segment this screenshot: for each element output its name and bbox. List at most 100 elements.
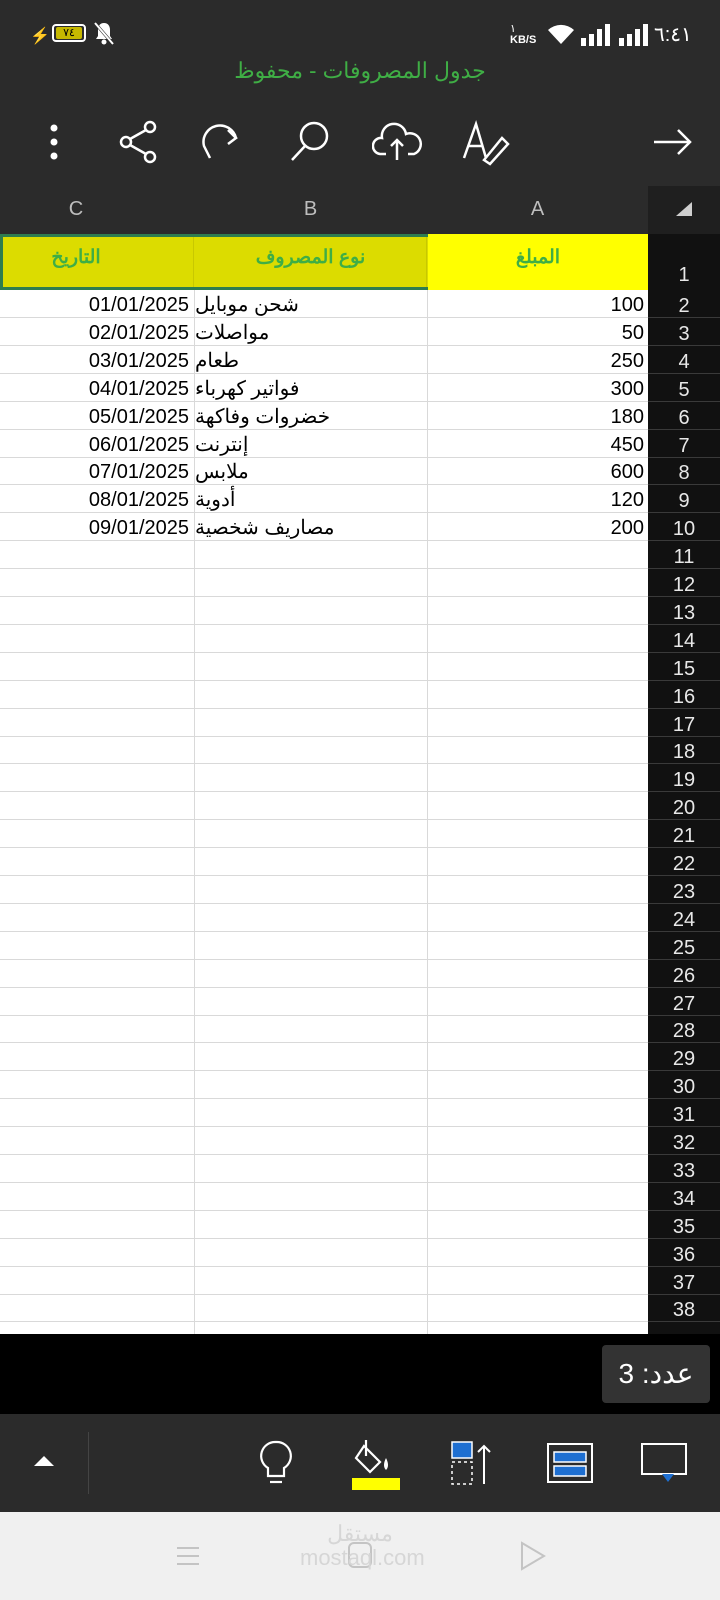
row-number[interactable]: 11: [648, 541, 720, 570]
cell-c[interactable]: 02/01/2025: [0, 318, 194, 346]
empty-row[interactable]: [0, 625, 648, 653]
cell-b[interactable]: إنترنت: [194, 429, 427, 458]
table-row[interactable]: 02/01/2025 مواصلات 50: [0, 317, 648, 346]
table-row[interactable]: 07/01/2025 ملابس 600: [0, 457, 648, 486]
empty-row[interactable]: [0, 764, 648, 793]
more-options-icon[interactable]: [30, 118, 82, 166]
empty-row[interactable]: [0, 1294, 648, 1323]
row-number[interactable]: 30: [648, 1071, 720, 1100]
row-number[interactable]: 4: [648, 346, 720, 374]
cell-b[interactable]: ملابس: [194, 457, 427, 486]
empty-row[interactable]: [0, 1071, 648, 1100]
row-number[interactable]: 38: [648, 1294, 720, 1323]
row-number[interactable]: 10: [648, 513, 720, 542]
row-number[interactable]: 37: [648, 1267, 720, 1295]
insert-cells-icon[interactable]: [450, 1440, 496, 1488]
cell-b[interactable]: مواصلات: [194, 317, 427, 346]
cell-c[interactable]: 09/01/2025: [0, 513, 194, 541]
empty-row[interactable]: [0, 736, 648, 765]
row-number[interactable]: 29: [648, 1043, 720, 1072]
cloud-upload-icon[interactable]: [371, 118, 424, 166]
cell-a[interactable]: 180: [427, 401, 648, 430]
cell-a[interactable]: 250: [427, 345, 648, 374]
cell-c[interactable]: 07/01/2025: [0, 457, 194, 485]
row-number[interactable]: 6: [648, 402, 720, 430]
row-number[interactable]: 24: [648, 904, 720, 932]
empty-row[interactable]: [0, 988, 648, 1016]
row-number[interactable]: 34: [648, 1183, 720, 1211]
table-row[interactable]: 08/01/2025 أدوية 120: [0, 485, 648, 514]
empty-row[interactable]: [0, 820, 648, 849]
cell-a[interactable]: 600: [427, 457, 648, 486]
empty-row[interactable]: [0, 848, 648, 876]
empty-row[interactable]: [0, 904, 648, 932]
row-number[interactable]: 25: [648, 932, 720, 960]
row-number[interactable]: 5: [648, 374, 720, 402]
header-cell-b[interactable]: نوع المصروف: [194, 246, 427, 269]
cell-c[interactable]: 04/01/2025: [0, 374, 194, 402]
back-icon[interactable]: [518, 1540, 548, 1572]
row-number[interactable]: 8: [648, 457, 720, 486]
table-row[interactable]: 01/01/2025 شحن موبايل 100: [0, 290, 648, 318]
empty-row[interactable]: [0, 1127, 648, 1155]
cell-c[interactable]: 06/01/2025: [0, 430, 194, 458]
row-number[interactable]: 7: [648, 430, 720, 458]
cell-a[interactable]: 200: [427, 513, 648, 542]
cell-c[interactable]: 01/01/2025: [0, 290, 194, 318]
empty-row[interactable]: [0, 792, 648, 821]
empty-row[interactable]: [0, 1043, 648, 1072]
row-number[interactable]: 31: [648, 1099, 720, 1128]
row-number[interactable]: 20: [648, 792, 720, 821]
table-row[interactable]: 06/01/2025 إنترنت 450: [0, 429, 648, 458]
format-cells-icon[interactable]: [546, 1442, 594, 1486]
cell-a[interactable]: 100: [427, 290, 648, 318]
cell-a[interactable]: 120: [427, 485, 648, 514]
row-number[interactable]: 12: [648, 569, 720, 597]
cell-a[interactable]: 50: [427, 317, 648, 346]
empty-row[interactable]: [0, 876, 648, 904]
row-number[interactable]: 28: [648, 1015, 720, 1044]
cell-b[interactable]: مصاريف شخصية: [194, 513, 427, 542]
empty-row[interactable]: [0, 597, 648, 625]
forward-arrow-icon[interactable]: [648, 118, 700, 166]
select-all-corner[interactable]: [648, 186, 720, 234]
empty-row[interactable]: [0, 960, 648, 988]
cell-b[interactable]: خضروات وفاكهة: [194, 401, 427, 430]
fill-color-icon[interactable]: [350, 1436, 402, 1490]
draw-pen-icon[interactable]: [460, 118, 512, 166]
redo-icon[interactable]: [200, 118, 252, 166]
cell-b[interactable]: طعام: [194, 345, 427, 374]
row-number[interactable]: 18: [648, 736, 720, 765]
cell-c[interactable]: 08/01/2025: [0, 485, 194, 513]
row-number[interactable]: 35: [648, 1211, 720, 1239]
lightbulb-icon[interactable]: [254, 1438, 298, 1488]
table-row[interactable]: 09/01/2025 مصاريف شخصية 200: [0, 513, 648, 542]
empty-row[interactable]: [0, 1183, 648, 1211]
expand-up-icon[interactable]: [30, 1446, 58, 1474]
header-cell-c[interactable]: التاريخ: [0, 246, 152, 269]
empty-row[interactable]: [0, 709, 648, 737]
empty-row[interactable]: [0, 653, 648, 681]
empty-row[interactable]: [0, 1155, 648, 1183]
table-row[interactable]: 05/01/2025 خضروات وفاكهة 180: [0, 401, 648, 430]
row-number[interactable]: 33: [648, 1155, 720, 1183]
cell-a[interactable]: 450: [427, 429, 648, 458]
empty-row[interactable]: [0, 681, 648, 709]
cell-b[interactable]: فواتير كهرباء: [194, 373, 427, 402]
recent-apps-icon[interactable]: [174, 1542, 202, 1570]
share-icon[interactable]: [114, 118, 166, 166]
empty-row[interactable]: [0, 932, 648, 960]
row-number[interactable]: 2: [648, 290, 720, 318]
row-number[interactable]: 17: [648, 709, 720, 737]
column-header-a[interactable]: A: [427, 198, 648, 221]
search-icon[interactable]: [286, 118, 338, 166]
row-number[interactable]: 16: [648, 681, 720, 709]
cell-a[interactable]: 300: [427, 373, 648, 402]
row-number[interactable]: 23: [648, 876, 720, 904]
row-number[interactable]: 19: [648, 764, 720, 793]
row-number[interactable]: 36: [648, 1239, 720, 1267]
spreadsheet-grid[interactable]: 01/01/2025 شحن موبايل 100 02/01/2025 مواصلات…: [0, 234, 648, 1334]
empty-row[interactable]: [0, 569, 648, 597]
row-number[interactable]: 21: [648, 820, 720, 849]
comment-icon[interactable]: [640, 1442, 690, 1486]
